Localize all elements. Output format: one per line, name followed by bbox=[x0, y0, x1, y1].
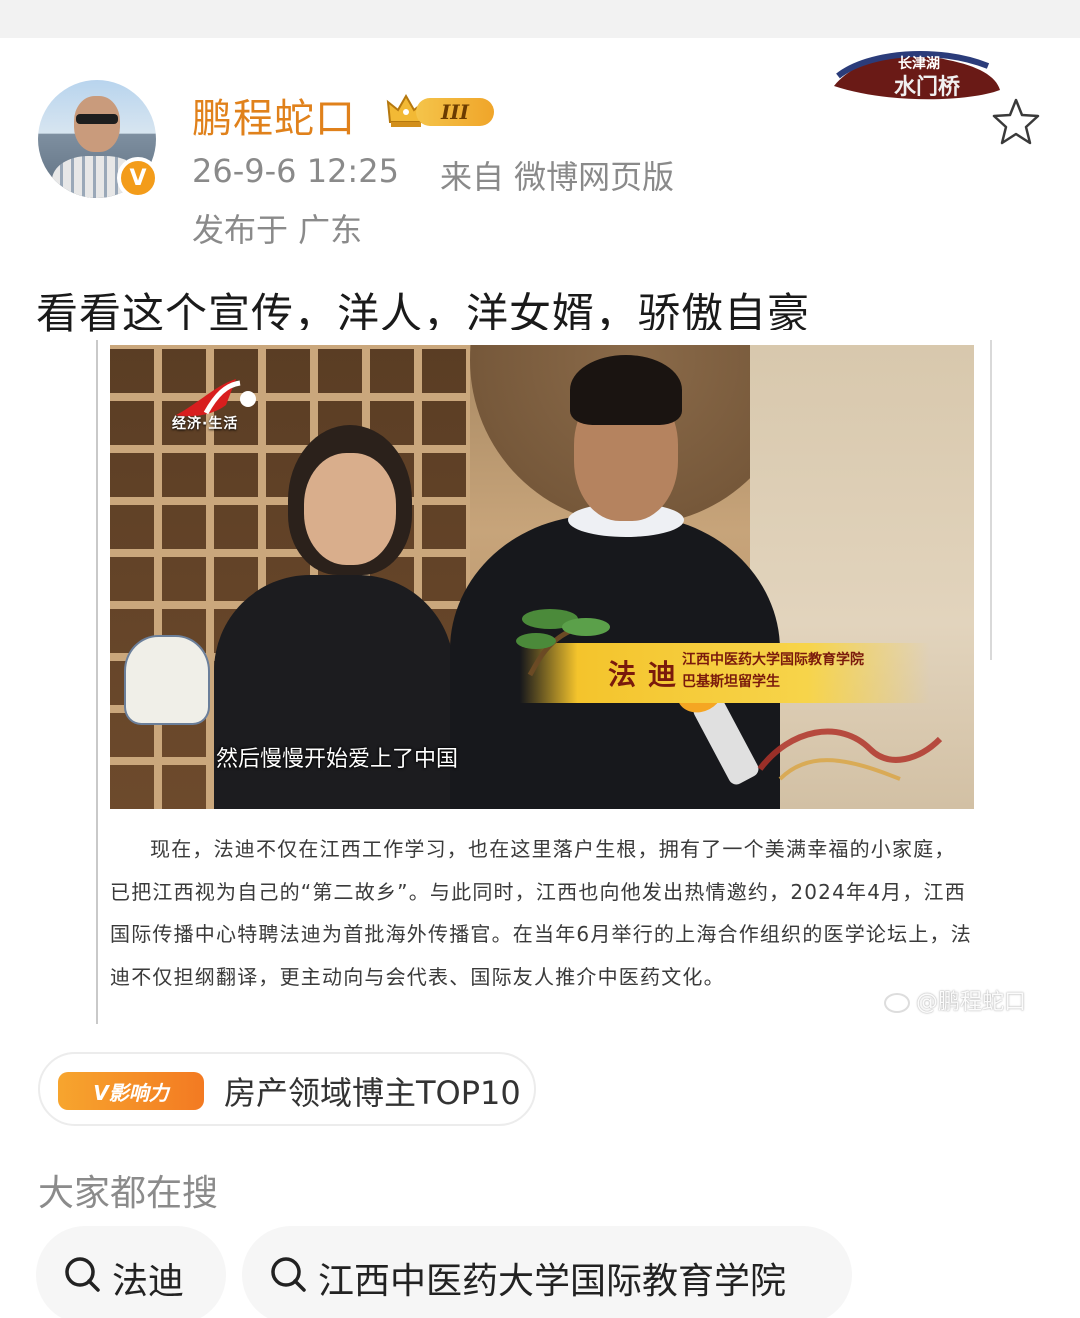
movie-decal-image: 长津湖 水门桥 bbox=[834, 51, 1000, 100]
search-chip-fadi[interactable]: 法迪 bbox=[36, 1226, 226, 1318]
influence-pill[interactable]: V影响力 房产领域博主TOP10 bbox=[38, 1052, 536, 1126]
weibo-watermark: @鹏程蛇口 bbox=[884, 984, 1026, 1016]
program-watermark-image bbox=[757, 728, 943, 781]
weibo-logo-icon bbox=[884, 993, 910, 1013]
nameplate: 法迪 江西中医药大学国际教育学院 巴基斯坦留学生 bbox=[516, 609, 930, 703]
channel-label: 经济·生活 bbox=[172, 416, 239, 432]
nameplate-name: 法迪 bbox=[608, 658, 689, 691]
video-subtitle: 然后慢慢开始爱上了中国 bbox=[216, 747, 459, 772]
rank-badge[interactable]: III bbox=[386, 92, 498, 130]
influence-tag: V影响力 bbox=[58, 1072, 204, 1110]
influence-text: 房产领域博主TOP10 bbox=[224, 1074, 521, 1112]
decal-text-top: 长津湖 bbox=[898, 55, 940, 72]
post-location: 发布于 广东 bbox=[192, 211, 363, 249]
post-meta: 26-9-6 12:25 bbox=[192, 152, 399, 190]
star-outline-icon[interactable] bbox=[990, 96, 1042, 148]
post-source: 来自 微博网页版 bbox=[440, 158, 675, 196]
rank-level: III bbox=[416, 98, 494, 126]
search-chip-label: 江西中医药大学国际教育学院 bbox=[318, 1261, 787, 1302]
top-bar bbox=[0, 0, 1080, 38]
search-chip-label: 法迪 bbox=[112, 1261, 185, 1302]
magnifier-icon bbox=[271, 1257, 306, 1292]
pine-branch-icon bbox=[516, 609, 610, 677]
medicine-jar bbox=[124, 635, 210, 725]
username[interactable]: 鹏程蛇口 bbox=[192, 86, 356, 144]
trending-search-heading: 大家都在搜 bbox=[38, 1173, 219, 1214]
decal-text-bottom: 水门桥 bbox=[894, 74, 960, 100]
search-chip-jiangxi-tcm[interactable]: 江西中医药大学国际教育学院 bbox=[242, 1226, 852, 1318]
nameplate-title: 江西中医药大学国际教育学院 巴基斯坦留学生 bbox=[682, 652, 864, 690]
verified-badge-icon: V bbox=[117, 157, 159, 199]
magnifier-icon bbox=[65, 1257, 100, 1292]
video-frame[interactable]: 经济·生活 法迪 江西中医药大学国际教育学院 巴基斯坦留学生 然后慢慢开始爱上了… bbox=[110, 345, 974, 809]
article-text: 现在，法迪不仅在江西工作学习，也在这里落户生根，拥有了一个美满幸福的小家庭，已把… bbox=[110, 837, 972, 989]
